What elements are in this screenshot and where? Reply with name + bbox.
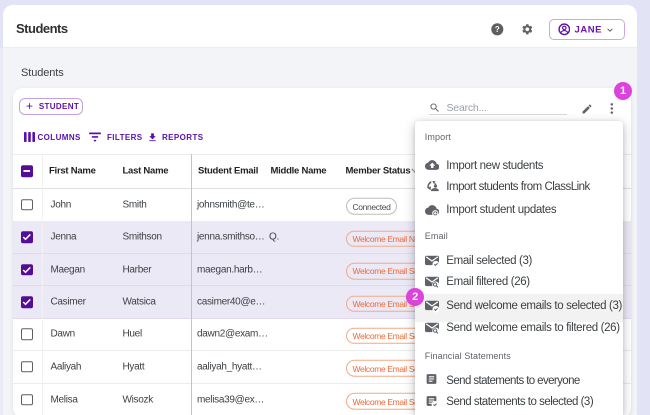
svg-text:?: ? — [495, 26, 500, 35]
